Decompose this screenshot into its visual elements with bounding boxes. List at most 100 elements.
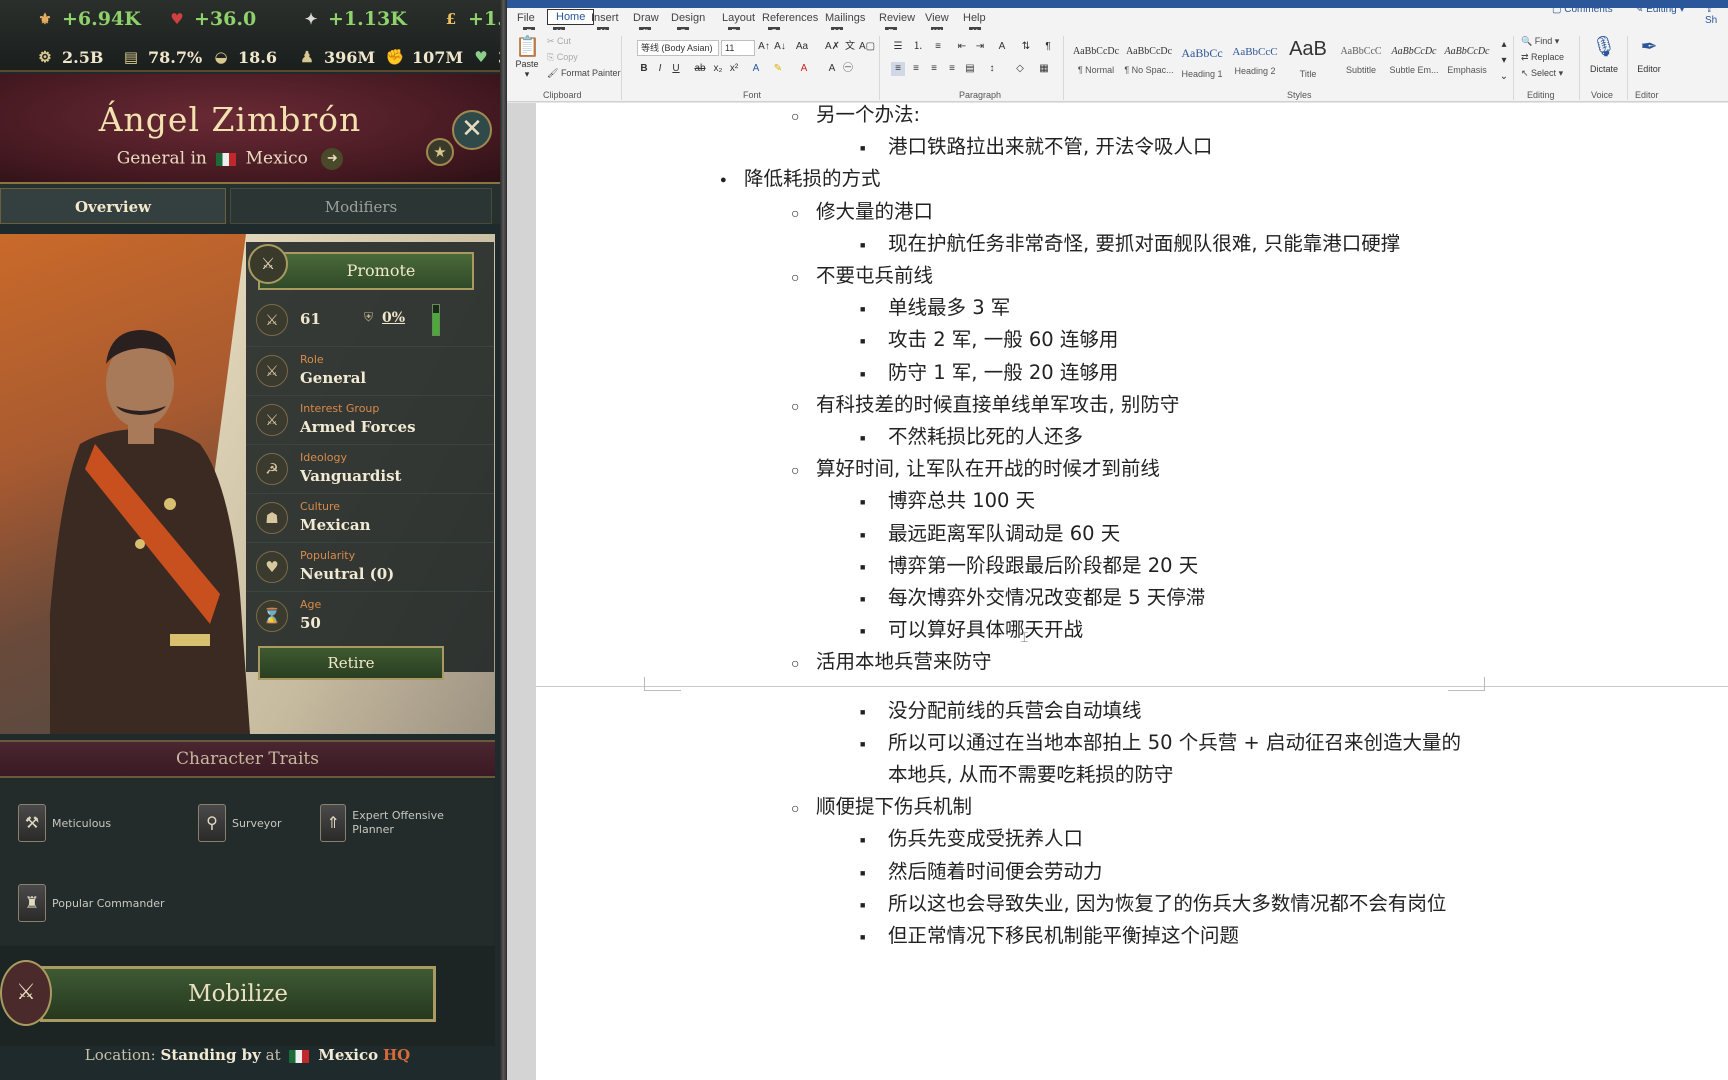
tab-review[interactable]: Review [879,12,915,24]
rank-progress-percent[interactable]: 0% [382,310,405,326]
top-stat[interactable]: ✊ 107M [384,46,463,68]
list-item[interactable]: 算好时间, 让军队在开战的时候才到前线 [816,455,1160,483]
retire-button[interactable]: Retire [258,646,444,680]
list-item[interactable]: 单线最多 3 军 [888,294,1010,322]
change-case-icon[interactable]: Aa [795,40,809,54]
numbering-icon[interactable]: ⒈ [911,40,925,54]
top-stat[interactable]: ⚙ 2.5B [34,46,103,68]
trait-popular-commander[interactable]: ♜ Popular Commander [18,884,165,922]
enclose-characters-icon[interactable]: ㊀ [841,62,855,76]
list-item[interactable]: 没分配前线的兵营会自动填线 [888,697,1142,725]
top-stat[interactable]: ▤ 78.7% [120,46,202,68]
phonetic-guide-icon[interactable]: 文 [843,40,857,54]
tab-mailings[interactable]: Mailings [825,12,865,24]
justify-icon[interactable]: ≡ [945,62,959,76]
top-stat[interactable]: ✦ +1.13K [300,8,407,30]
format-painter-button[interactable]: 🖌 Format Painter [547,68,620,79]
top-stat[interactable]: ♟ 396M [296,46,375,68]
replace-button[interactable]: ⇄ Replace [1521,52,1564,63]
distributed-icon[interactable]: ▤ [963,62,977,76]
borders-icon[interactable]: ▦ [1037,62,1051,76]
character-shading-icon[interactable]: A [825,62,839,76]
list-item[interactable]: 港口铁路拉出来就不管, 开法令吸人口 [888,133,1212,161]
grow-font-icon[interactable]: A↑ [757,40,771,54]
list-item[interactable]: 顺便提下伤兵机制 [816,793,972,821]
top-stat[interactable]: ⚜ +6.94K [34,8,140,30]
style-subtle-em[interactable]: AaBbCcDc Subtle Em... [1389,38,1439,84]
tab-home[interactable]: Home [547,9,595,25]
tab-help[interactable]: Help [963,12,986,24]
trait-surveyor[interactable]: ⚲ Surveyor [198,804,282,842]
copy-button[interactable]: ⎘ Copy [547,52,578,63]
list-item[interactable]: 博弈第一阶段跟最后阶段都是 20 天 [888,552,1198,580]
list-item[interactable]: 降低耗损的方式 [744,165,881,193]
bold-icon[interactable]: B [637,62,651,76]
list-item[interactable]: 可以算好具体哪天开战 [888,616,1083,644]
shading-icon[interactable]: ◇ [1013,62,1027,76]
italic-icon[interactable]: I [653,62,667,76]
stat-row-ideology[interactable]: ☭ Ideology Vanguardist [246,444,494,492]
list-item[interactable]: 然后随着时间便会劳动力 [888,858,1103,886]
style-heading-2[interactable]: AaBbCcC Heading 2 [1230,38,1280,84]
list-item[interactable]: 最远距离军队调动是 60 天 [888,520,1120,548]
comments-button[interactable]: ▢ Comments [1552,4,1613,15]
tab-design[interactable]: Design [671,12,705,24]
bullets-icon[interactable]: ☰ [891,40,905,54]
highlight-icon[interactable]: ✎ [771,62,785,76]
styles-scroll-up-icon[interactable]: ▴ [1497,38,1511,52]
editor-button[interactable]: ✒ Editor [1629,34,1669,74]
share-button[interactable]: ⇪ Sh [1705,4,1728,26]
mobilize-button[interactable]: Mobilize [40,966,436,1022]
styles-more-icon[interactable]: ⌄ [1497,70,1511,84]
line-spacing-icon[interactable]: ↕ [985,62,999,76]
list-item[interactable]: 本地兵, 从而不需要吃耗损的防守 [888,761,1173,789]
subscript-icon[interactable]: x₂ [711,62,725,76]
text-effects-icon[interactable]: A [749,62,763,76]
tab-modifiers[interactable]: Modifiers [230,188,492,224]
styles-scroll-down-icon[interactable]: ▾ [1497,54,1511,68]
list-item[interactable]: 现在护航任务非常奇怪, 要抓对面舰队很难, 只能靠港口硬撑 [888,230,1400,258]
list-item[interactable]: 博弈总共 100 天 [888,487,1035,515]
trait-meticulous[interactable]: ⚒ Meticulous [18,804,111,842]
find-button[interactable]: 🔍 Find ▾ [1521,36,1559,47]
trait-expert-offensive-planner[interactable]: ⇑ Expert Offensive Planner [320,804,480,842]
dictate-button[interactable]: 🎙 Dictate [1584,34,1624,74]
style-heading-1[interactable]: AaBbCc Heading 1 [1177,38,1227,84]
align-center-icon[interactable]: ≡ [909,62,923,76]
paste-button[interactable]: 📋 Paste ▾ [515,34,540,80]
list-item[interactable]: 所以可以通过在当地本部拍上 50 个兵营 + 启动征召来创造大量的 [888,729,1461,757]
arrow-right-icon[interactable]: ➜ [321,148,344,170]
list-item[interactable]: 不要屯兵前线 [816,262,933,290]
top-stat[interactable]: £+1.0 [440,8,505,30]
font-color-icon[interactable]: A [797,62,811,76]
show-marks-icon[interactable]: ¶ [1041,40,1055,54]
top-stat[interactable]: ♥ +36.0 [166,8,256,30]
style-emphasis[interactable]: AaBbCcDc Emphasis [1442,38,1492,84]
window-divider[interactable] [500,0,507,1080]
increase-indent-icon[interactable]: ⇥ [973,40,987,54]
underline-icon[interactable]: U [669,62,683,76]
close-button[interactable]: ✕ [452,110,492,150]
list-item[interactable]: 伤兵先变成受抚养人口 [888,825,1083,853]
stat-row-age[interactable]: ⌛ Age 50 [246,591,494,639]
stat-row-role[interactable]: ⚔ Role General [246,346,494,394]
editing-mode-button[interactable]: ✎ Editing ▾ [1635,4,1685,15]
stat-row-culture[interactable]: ☗ Culture Mexican [246,493,494,541]
align-right-icon[interactable]: ≡ [927,62,941,76]
superscript-icon[interactable]: x² [727,62,741,76]
style-no-spac[interactable]: AaBbCcDc ¶ No Spac... [1124,38,1174,84]
cut-button[interactable]: ✂ Cut [547,36,571,47]
list-item[interactable]: 攻击 2 军, 一般 60 连够用 [888,326,1118,354]
list-item[interactable]: 修大量的港口 [816,198,933,226]
document-page[interactable]: ○ 另一个办法: ■ 港口铁路拉出来就不管, 开法令吸人口 ● 降低耗损的方式 ○ 修大量的港… [536,103,1728,1080]
clear-formatting-icon[interactable]: A✗ [825,40,840,54]
sort-icon[interactable]: ⇅ [1019,40,1033,54]
location-link[interactable]: Mexico [318,1046,378,1064]
tab-references[interactable]: References [762,12,818,24]
list-item[interactable]: 另一个办法: [816,101,920,129]
promote-button[interactable]: Promote [258,252,474,290]
top-stat[interactable]: ◒ 18.6 [210,46,277,68]
list-item[interactable]: 有科技差的时候直接单线单军攻击, 别防守 [816,391,1179,419]
decrease-indent-icon[interactable]: ⇤ [955,40,969,54]
list-item[interactable]: 所以这也会导致失业, 因为恢复了的伤兵大多数情况都不会有岗位 [888,890,1446,918]
